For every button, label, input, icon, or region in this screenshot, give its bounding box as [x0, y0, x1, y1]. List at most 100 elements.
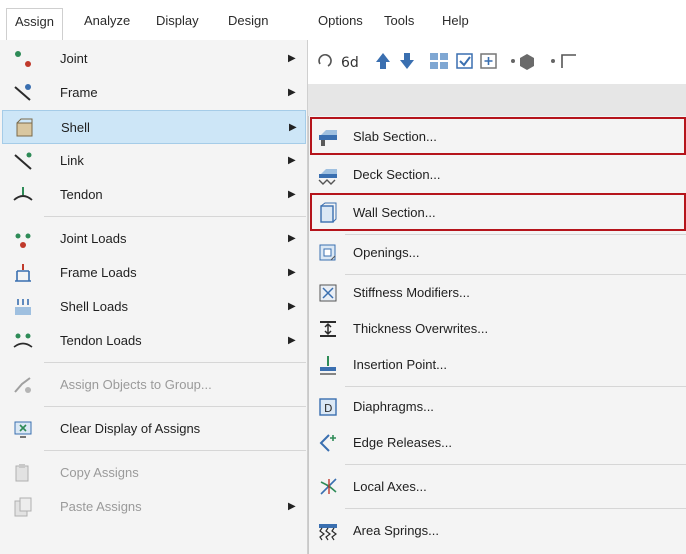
menu-separator — [345, 508, 686, 509]
submenu-arrow-icon: ▶ — [288, 87, 296, 98]
toolbar-divider — [300, 84, 686, 116]
shell-submenu-insertion-point[interactable]: Insertion Point... — [309, 348, 686, 382]
checkbox-icon[interactable] — [454, 50, 476, 72]
shell-submenu-diaphragms[interactable]: D Diaphragms... — [309, 390, 686, 424]
menu-tools[interactable]: Tools — [376, 8, 422, 34]
shell-submenu-area-springs[interactable]: Area Springs... — [309, 514, 686, 548]
submenu-arrow-icon: ▶ — [288, 155, 296, 166]
tendon-loads-icon — [13, 333, 33, 348]
assign-menu-label: Copy Assigns — [60, 465, 139, 480]
assign-menu-label: Shell — [61, 120, 90, 135]
assign-menu-link[interactable]: Link ▶ — [2, 144, 306, 178]
submenu-arrow-icon: ▶ — [288, 501, 296, 512]
submenu-arrow-icon: ▶ — [288, 267, 296, 278]
cube-icon[interactable] — [516, 50, 538, 72]
assign-menu-label: Tendon Loads — [60, 333, 142, 348]
menu-separator — [345, 274, 686, 275]
assign-menu-joint-loads[interactable]: Joint Loads ▶ — [2, 222, 306, 256]
submenu-arrow-icon: ▶ — [288, 335, 296, 346]
shell-submenu-label: Deck Section... — [353, 167, 441, 182]
shell-submenu-label: Insertion Point... — [353, 357, 447, 372]
shell-submenu-label: Area Springs... — [353, 523, 439, 538]
shell-submenu-openings[interactable]: Openings... — [309, 236, 686, 270]
shell-loads-icon — [15, 299, 31, 315]
assign-menu-label: Paste Assigns — [60, 499, 142, 514]
assign-menu-label: Frame Loads — [60, 265, 137, 280]
group-icon — [14, 377, 31, 393]
copy-icon — [15, 464, 29, 482]
menu-separator — [44, 450, 306, 451]
grid-select-icon[interactable] — [428, 50, 450, 72]
menu-separator — [44, 406, 306, 407]
shell-submenu-label: Thickness Overwrites... — [353, 321, 489, 336]
shell-submenu: Slab Section... Deck Section... Wall Sec… — [308, 116, 686, 554]
local-axes-icon — [320, 478, 337, 495]
insertion-point-icon — [320, 356, 336, 375]
assign-menu-label: Clear Display of Assigns — [60, 421, 201, 436]
submenu-arrow-icon: ▶ — [289, 122, 297, 133]
shell-submenu-deck-section[interactable]: Deck Section... — [309, 158, 686, 192]
assign-menu-shell-loads[interactable]: Shell Loads ▶ — [2, 290, 306, 324]
assign-menu-paste-assigns[interactable]: Paste Assigns ▶ — [2, 490, 306, 524]
shell-submenu-edge-releases[interactable]: Edge Releases... — [309, 426, 686, 460]
assign-menu-tendon-loads[interactable]: Tendon Loads ▶ — [2, 324, 306, 358]
assign-menu-joint[interactable]: Joint ▶ — [2, 42, 306, 76]
menu-separator — [44, 216, 306, 217]
box-plus-icon[interactable] — [478, 50, 500, 72]
frame-view-icon[interactable] — [558, 50, 580, 72]
menu-display[interactable]: Display — [148, 8, 207, 34]
view-3d-icon[interactable]: 6d — [340, 50, 362, 72]
diaphragms-icon: D — [319, 398, 337, 416]
shell-submenu-thickness-overwrites[interactable]: Thickness Overwrites... — [309, 312, 686, 346]
stiffness-modifiers-icon — [319, 284, 337, 302]
paste-icon — [14, 497, 32, 517]
submenu-arrow-icon: ▶ — [288, 301, 296, 312]
shell-icon — [16, 118, 33, 137]
assign-menu-clear-display[interactable]: Clear Display of Assigns — [2, 412, 306, 446]
svg-text:D: D — [324, 402, 332, 415]
menu-help[interactable]: Help — [434, 8, 477, 34]
assign-menu-copy-assigns[interactable]: Copy Assigns — [2, 456, 306, 490]
assign-menu-label: Joint Loads — [60, 231, 127, 246]
menu-design[interactable]: Design — [220, 8, 276, 34]
submenu-arrow-icon: ▶ — [288, 53, 296, 64]
assign-menu-tendon[interactable]: Tendon ▶ — [2, 178, 306, 212]
assign-menu-label: Tendon — [60, 187, 103, 202]
menu-options[interactable]: Options — [310, 8, 371, 34]
frame-loads-icon — [15, 264, 31, 282]
assign-menu: Joint ▶ Frame ▶ Shell ▶ Link ▶ Tendon ▶ … — [0, 40, 308, 554]
menu-analyze[interactable]: Analyze — [76, 8, 138, 34]
menu-separator — [345, 464, 686, 465]
assign-menu-frame-loads[interactable]: Frame Loads ▶ — [2, 256, 306, 290]
shell-submenu-stiffness-modifiers[interactable]: Stiffness Modifiers... — [309, 276, 686, 310]
move-down-icon[interactable] — [396, 50, 418, 72]
menu-separator — [44, 362, 306, 363]
move-up-icon[interactable] — [372, 50, 394, 72]
shell-submenu-label: Openings... — [353, 245, 420, 260]
link-icon — [14, 152, 32, 170]
menubar: Assign Analyze Display Design Options To… — [0, 0, 686, 40]
assign-menu-label: Assign Objects to Group... — [60, 377, 212, 392]
assign-menu-label: Link — [60, 153, 84, 168]
area-springs-icon — [319, 524, 337, 541]
toolbar: 6d — [300, 40, 686, 84]
highlight-box-wall-section — [310, 193, 686, 231]
submenu-arrow-icon: ▶ — [288, 189, 296, 200]
menu-separator — [345, 234, 686, 235]
menu-assign[interactable]: Assign — [6, 8, 64, 40]
menu-separator — [345, 386, 686, 387]
assign-menu-shell[interactable]: Shell ▶ — [2, 110, 306, 144]
highlight-box-slab-section — [310, 117, 686, 155]
clear-display-icon — [14, 421, 32, 438]
assign-menu-assign-to-group[interactable]: Assign Objects to Group... — [2, 368, 306, 402]
shell-submenu-label: Diaphragms... — [353, 399, 434, 414]
openings-icon — [319, 244, 336, 261]
assign-menu-frame[interactable]: Frame ▶ — [2, 76, 306, 110]
thickness-overwrites-icon — [320, 321, 336, 337]
shell-submenu-local-axes[interactable]: Local Axes... — [309, 470, 686, 504]
shell-submenu-label: Edge Releases... — [353, 435, 453, 450]
redo-icon[interactable] — [314, 50, 336, 72]
frame-icon — [14, 84, 31, 101]
submenu-arrow-icon: ▶ — [288, 233, 296, 244]
tendon-icon — [13, 187, 33, 201]
